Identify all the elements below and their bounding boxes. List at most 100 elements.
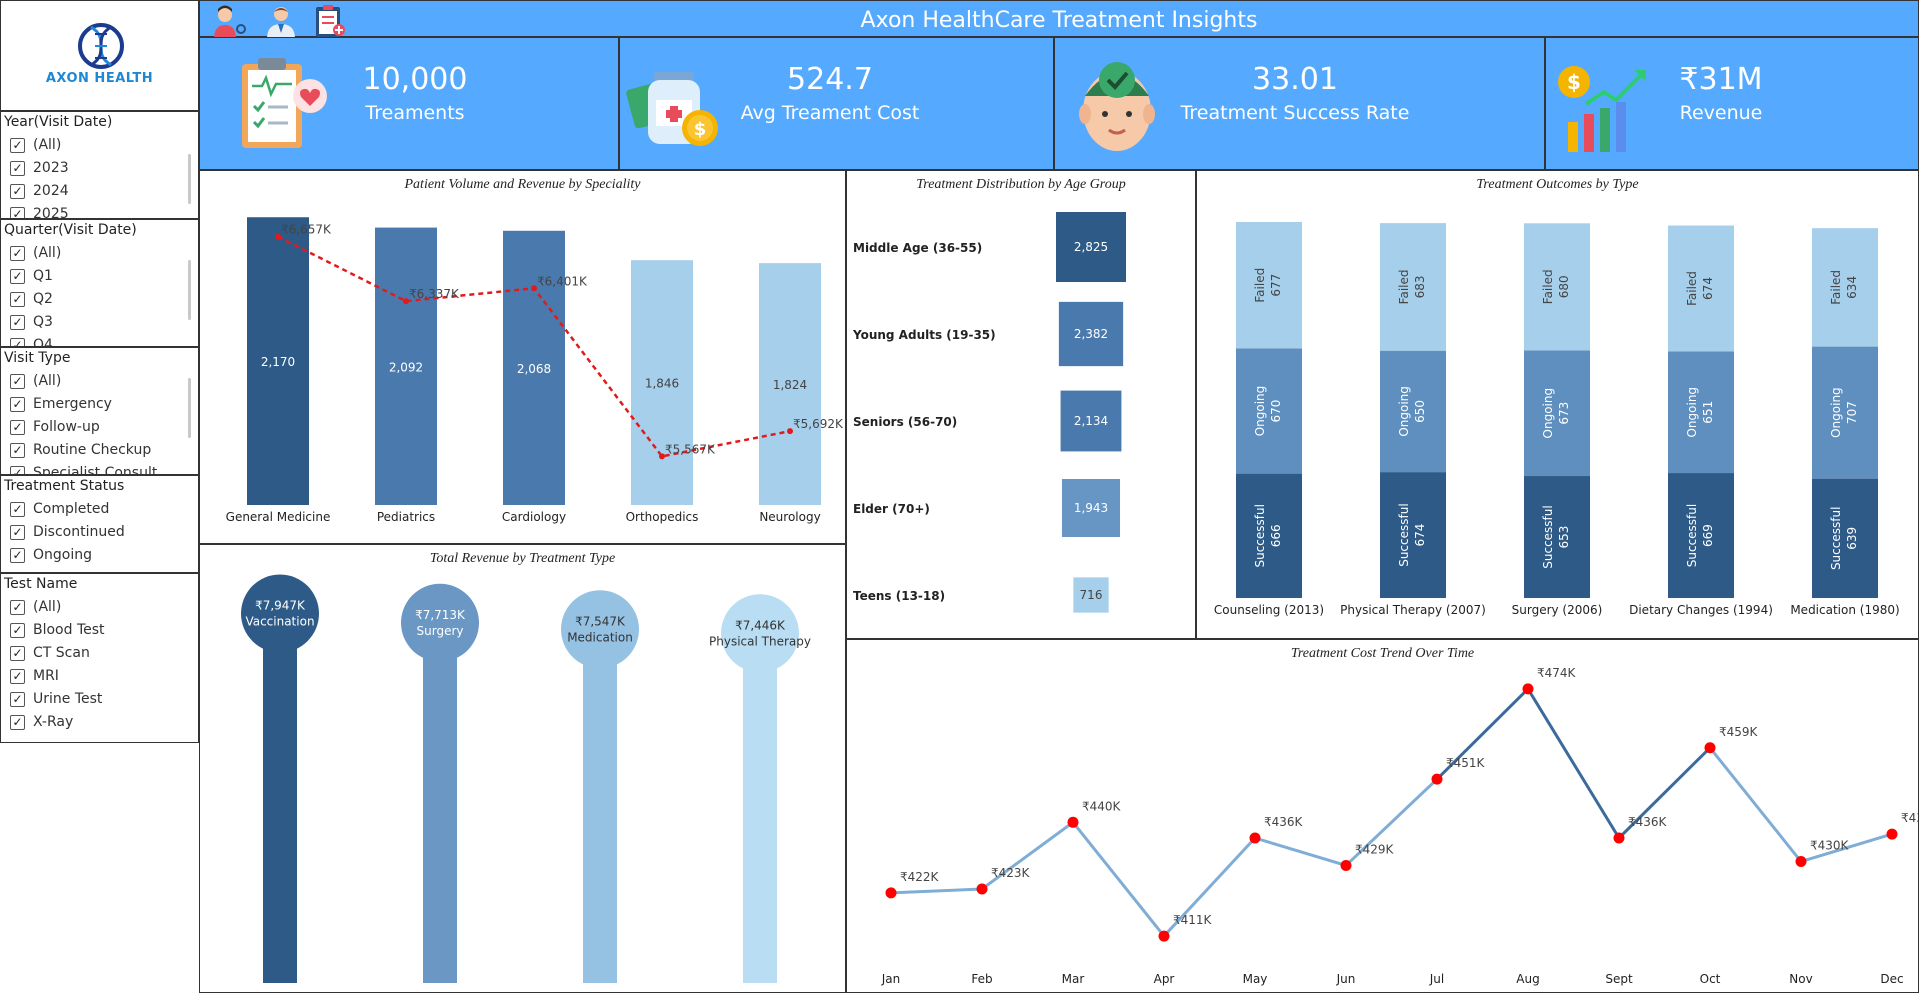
- checkbox[interactable]: ✓: [10, 338, 25, 346]
- checkbox[interactable]: ✓: [10, 600, 25, 615]
- checkbox[interactable]: ✓: [10, 715, 25, 730]
- month-label: Aug: [1516, 972, 1539, 986]
- filter-option-2023[interactable]: ✓ 2023: [1, 157, 198, 180]
- checkbox[interactable]: ✓: [10, 623, 25, 638]
- kpi-value: 524.7: [787, 62, 873, 97]
- filter-option-mri[interactable]: ✓ MRI: [1, 665, 198, 688]
- outcome-value-label: 674: [1413, 524, 1427, 547]
- filter-option-ct-scan[interactable]: ✓ CT Scan: [1, 642, 198, 665]
- checkbox[interactable]: ✓: [10, 443, 25, 458]
- trend-line-segment: [1071, 821, 1166, 938]
- filter-option-all[interactable]: ✓ (All): [1, 242, 198, 265]
- filter-option-all[interactable]: ✓ (All): [1, 370, 198, 393]
- filter-option-urine-test[interactable]: ✓ Urine Test: [1, 688, 198, 711]
- checkbox[interactable]: ✓: [10, 315, 25, 330]
- checkbox[interactable]: ✓: [10, 292, 25, 307]
- trend-value-label: ₹430K: [1810, 839, 1850, 853]
- age-group-label: Young Adults (19-35): [852, 328, 996, 342]
- category-label: Cardiology: [502, 510, 566, 524]
- filter-option-q1[interactable]: ✓ Q1: [1, 265, 198, 288]
- trend-point: [1158, 930, 1170, 942]
- scrollbar[interactable]: [188, 260, 191, 320]
- checkbox[interactable]: ✓: [10, 502, 25, 517]
- scrollbar[interactable]: [188, 154, 191, 204]
- checkbox[interactable]: ✓: [10, 548, 25, 563]
- outcome-series-label: Ongoing: [1253, 386, 1267, 437]
- age-group-value: 716: [1080, 588, 1103, 602]
- filter-option-blood-test[interactable]: ✓ Blood Test: [1, 619, 198, 642]
- checkbox[interactable]: ✓: [10, 420, 25, 435]
- filter-option-2025[interactable]: ✓ 2025: [1, 203, 198, 218]
- checkbox[interactable]: ✓: [10, 525, 25, 540]
- filter-option-all[interactable]: ✓ (All): [1, 134, 198, 157]
- checkbox[interactable]: ✓: [10, 269, 25, 284]
- filter-treatment-status: Treatment Status ✓ Completed ✓ Discontinue…: [0, 475, 199, 573]
- filter-option-all[interactable]: ✓ (All): [1, 596, 198, 619]
- kpi-label: Revenue: [1679, 102, 1763, 124]
- revenue-stem: [263, 613, 297, 983]
- filter-option-routine-checkup[interactable]: ✓ Routine Checkup: [1, 439, 198, 462]
- outcome-series-label: Successful: [1253, 504, 1267, 567]
- filter-option-emergency[interactable]: ✓ Emergency: [1, 393, 198, 416]
- trend-line-segment: [1526, 688, 1621, 839]
- checkbox[interactable]: ✓: [10, 466, 25, 474]
- trend-value-label: ₹451K: [1446, 756, 1486, 770]
- checkbox[interactable]: ✓: [10, 138, 25, 153]
- outcome-value-label: 650: [1413, 400, 1427, 423]
- checkbox[interactable]: ✓: [10, 646, 25, 661]
- filter-option-discontinued[interactable]: ✓ Discontinued: [1, 521, 198, 544]
- svg-text:$: $: [1567, 70, 1581, 94]
- category-label: Medication (1980): [1790, 603, 1899, 617]
- clipboard-icon[interactable]: [312, 3, 348, 39]
- checkbox[interactable]: ✓: [10, 161, 25, 176]
- checkbox[interactable]: ✓: [10, 207, 25, 218]
- volume-label: 1,824: [773, 378, 807, 392]
- filter-option-q2[interactable]: ✓ Q2: [1, 288, 198, 311]
- revenue-head: [721, 594, 799, 673]
- checkbox[interactable]: ✓: [10, 669, 25, 684]
- volume-label: 2,068: [517, 362, 551, 376]
- filter-option-q3[interactable]: ✓ Q3: [1, 311, 198, 334]
- category-label: Physical Therapy (2007): [1340, 603, 1486, 617]
- dna-logo-icon: [78, 23, 124, 69]
- dashboard: AXON HEALTH Year(Visit Date) ✓ (All) ✓ 202…: [0, 0, 1919, 993]
- nurse-icon[interactable]: [210, 3, 248, 39]
- filter-option-specialist-consult[interactable]: ✓ Specialist Consult: [1, 462, 198, 474]
- volume-label: 1,846: [645, 377, 679, 391]
- filter-option-ongoing[interactable]: ✓ Ongoing: [1, 544, 198, 567]
- revenue-stem: [423, 622, 457, 983]
- filter-title: Visit Type: [4, 350, 71, 366]
- trend-point: [1522, 683, 1534, 695]
- outcome-series-label: Successful: [1829, 507, 1843, 570]
- filter-option-q4[interactable]: ✓ Q4: [1, 334, 198, 346]
- checkbox[interactable]: ✓: [10, 692, 25, 707]
- trend-line-segment: [1254, 836, 1347, 867]
- checkbox[interactable]: ✓: [10, 397, 25, 412]
- revenue-label: ₹6,401K: [537, 274, 588, 288]
- scrollbar[interactable]: [188, 378, 191, 438]
- outcome-series-label: Failed: [1397, 269, 1411, 304]
- doctor-icon[interactable]: [263, 3, 299, 39]
- kpi-label: Avg Treament Cost: [740, 102, 920, 124]
- filter-option-completed[interactable]: ✓ Completed: [1, 498, 198, 521]
- checkbox[interactable]: ✓: [10, 374, 25, 389]
- outcome-value-label: 673: [1557, 402, 1571, 425]
- outcome-value-label: 707: [1845, 401, 1859, 424]
- trend-value-label: ₹459K: [1719, 725, 1759, 739]
- filter-option-2024[interactable]: ✓ 2024: [1, 180, 198, 203]
- outcome-series-label: Failed: [1685, 271, 1699, 306]
- month-label: Dec: [1880, 972, 1903, 986]
- filter-title: Year(Visit Date): [4, 114, 113, 130]
- filter-option-follow-up[interactable]: ✓ Follow-up: [1, 416, 198, 439]
- checkbox[interactable]: ✓: [10, 184, 25, 199]
- trend-point: [976, 883, 988, 895]
- category-label: Counseling (2013): [1214, 603, 1324, 617]
- checkbox[interactable]: ✓: [10, 246, 25, 261]
- revenue-value-label: ₹7,547K: [575, 614, 626, 628]
- trend-point: [1067, 816, 1079, 828]
- filter-option-x-ray[interactable]: ✓ X-Ray: [1, 711, 198, 734]
- logo-text: AXON HEALTH: [45, 71, 154, 86]
- kpi-value: 10,000: [362, 62, 468, 97]
- category-label: Medication: [567, 630, 633, 644]
- outcome-series-label: Ongoing: [1685, 387, 1699, 438]
